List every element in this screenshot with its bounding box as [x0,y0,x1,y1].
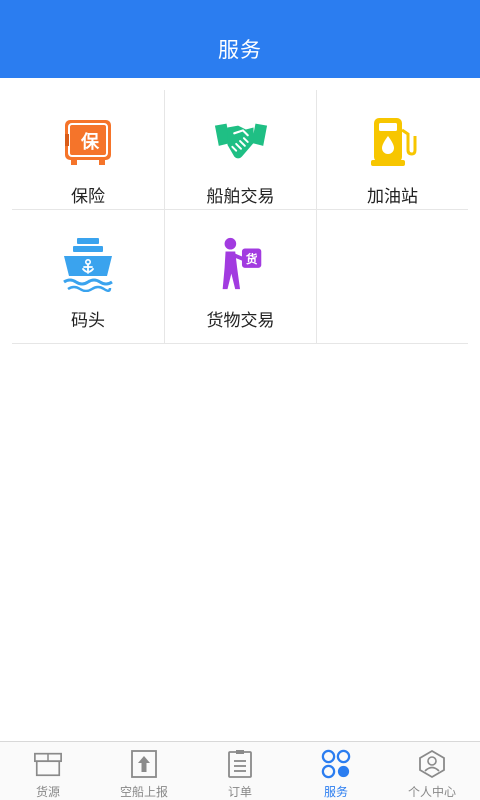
tab-label: 订单 [227,785,252,799]
service-label: 船舶交易 [206,187,275,207]
page-title: 服务 [218,38,262,62]
insurance-safe-icon: 保 [60,114,116,170]
tab-label: 服务 [323,785,348,799]
cargo-badge-text: 货 [244,252,257,266]
top-bar: 服务 [0,0,480,78]
person-carrying-goods-icon: 货 [213,236,269,292]
service-gas-station[interactable]: 加油站 [316,90,468,209]
tab-services[interactable]: 服务 [288,742,384,800]
upload-arrow-icon [129,749,159,779]
services-grid: 保 保险 船舶交易 加油站 码头 货 货物交易 [12,90,468,344]
tab-empty-ship-report[interactable]: 空船上报 [96,742,192,800]
services-row: 码头 货 货物交易 [12,210,468,344]
tab-label: 空船上报 [119,785,168,799]
tab-profile[interactable]: 个人中心 [384,742,480,800]
tab-label: 货源 [35,785,60,799]
service-label: 加油站 [367,187,418,207]
cargo-box-icon [33,749,63,779]
service-label: 码头 [71,311,105,331]
services-row: 保 保险 船舶交易 加油站 [12,90,468,210]
tab-label: 个人中心 [407,785,456,799]
empty-cell [316,210,468,343]
services-grid-icon [321,749,351,779]
service-dock[interactable]: 码头 [12,210,164,343]
service-ship-trade[interactable]: 船舶交易 [164,90,316,209]
service-label: 货物交易 [206,311,275,331]
tab-cargo-source[interactable]: 货源 [0,742,96,800]
service-cargo-trade[interactable]: 货 货物交易 [164,210,316,343]
handshake-icon [213,114,269,170]
ship-anchor-icon [60,236,116,292]
bottom-tab-bar: 货源 空船上报 订单 服务 个人中心 [0,741,480,800]
order-list-icon [225,749,255,779]
profile-icon [417,749,447,779]
svg-text:保: 保 [80,131,100,153]
service-insurance[interactable]: 保 保险 [12,90,164,209]
fuel-pump-icon [365,114,421,170]
service-label: 保险 [71,187,105,207]
tab-orders[interactable]: 订单 [192,742,288,800]
